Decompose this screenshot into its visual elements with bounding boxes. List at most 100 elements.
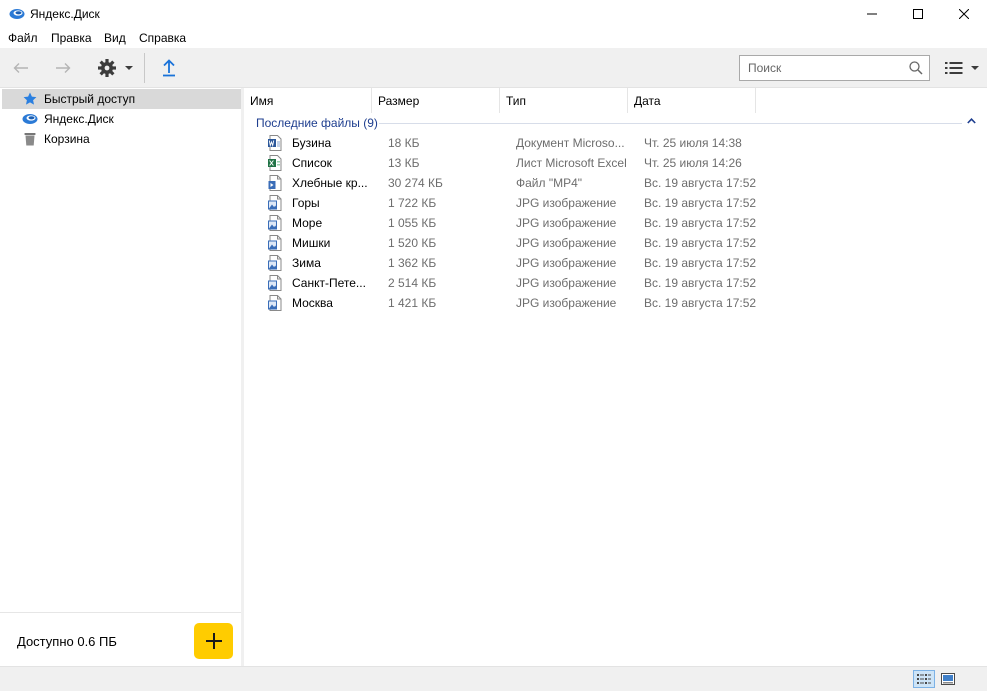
sidebar-item-yandex-disk[interactable]: Яндекс.Диск <box>2 109 241 129</box>
yandex-disk-app-icon <box>9 8 25 20</box>
available-space-label: Доступно 0.6 ПБ <box>17 634 117 649</box>
file-row[interactable]: Москва 1 421 КБ JPG изображение Вс. 19 авгу… <box>244 293 987 313</box>
sidebar: Быстрый доступ Яндекс.Диск Корзина Досту… <box>0 88 241 666</box>
title-bar: Яндекс.Диск <box>0 0 987 28</box>
file-size: 1 055 КБ <box>388 216 437 230</box>
file-date: Вс. 19 августа 17:52 <box>644 216 757 230</box>
file-date: Чт. 25 июля 14:38 <box>644 136 742 150</box>
file-size: 1 722 КБ <box>388 196 437 210</box>
star-icon <box>22 91 38 107</box>
search-box <box>739 55 930 81</box>
search-icon[interactable] <box>909 61 923 75</box>
file-date: Вс. 19 августа 17:52 <box>644 236 757 250</box>
minimize-button[interactable] <box>849 0 895 28</box>
image-file-icon <box>267 235 283 251</box>
yandex-disk-icon <box>22 111 38 127</box>
file-row[interactable]: Хлебные кр... 30 274 КБ Файл "MP4" Вс. 19 а… <box>244 173 987 193</box>
menu-edit[interactable]: Правка <box>51 31 92 45</box>
sidebar-item-quick-access[interactable]: Быстрый доступ <box>2 89 241 109</box>
arrow-right-icon <box>56 63 71 73</box>
file-row[interactable]: Санкт-Пете... 2 514 КБ JPG изображение Вс. … <box>244 273 987 293</box>
view-mode-menu-button[interactable] <box>940 56 984 80</box>
plus-icon <box>205 633 222 649</box>
file-date: Вс. 19 августа 17:52 <box>644 296 757 310</box>
forward-button[interactable] <box>50 56 76 80</box>
back-button[interactable] <box>8 56 34 80</box>
gear-icon <box>98 59 116 77</box>
list-view-icon <box>945 62 963 74</box>
group-divider <box>379 123 962 124</box>
file-date: Вс. 19 августа 17:52 <box>644 276 757 290</box>
file-type: JPG изображение <box>516 216 617 230</box>
thumbnail-view-icon <box>941 673 955 685</box>
column-header-type[interactable]: Тип <box>500 88 628 113</box>
file-row[interactable]: Мишки 1 520 КБ JPG изображение Вс. 19 авгус… <box>244 233 987 253</box>
toolbar-divider <box>144 53 145 83</box>
maximize-icon <box>913 9 923 19</box>
menu-bar: Файл Правка Вид Справка <box>0 28 987 48</box>
file-row[interactable]: Зима 1 362 КБ JPG изображение Вс. 19 август… <box>244 253 987 273</box>
video-file-icon <box>267 175 283 191</box>
image-file-icon <box>267 195 283 211</box>
toolbar <box>0 48 987 88</box>
file-name: Хлебные кр... <box>292 176 368 190</box>
chevron-down-icon <box>971 66 979 70</box>
close-icon <box>959 9 969 19</box>
file-type: JPG изображение <box>516 256 617 270</box>
file-size: 1 520 КБ <box>388 236 437 250</box>
upload-icon <box>163 59 175 77</box>
menu-file[interactable]: Файл <box>8 31 38 45</box>
file-type: JPG изображение <box>516 276 617 290</box>
file-date: Вс. 19 августа 17:52 <box>644 176 757 190</box>
window-title: Яндекс.Диск <box>30 7 100 21</box>
file-size: 30 274 КБ <box>388 176 443 190</box>
file-type: Лист Microsoft Excel <box>516 156 627 170</box>
chevron-down-icon <box>125 66 133 70</box>
file-row[interactable]: Бузина 18 КБ Документ Microso... Чт. 25 июл… <box>244 133 987 153</box>
trash-icon <box>22 131 38 147</box>
thumbnail-view-button[interactable] <box>937 670 959 688</box>
upload-button[interactable] <box>158 56 180 80</box>
file-name: Мишки <box>292 236 331 250</box>
menu-help[interactable]: Справка <box>139 31 186 45</box>
excel-file-icon <box>267 155 283 171</box>
image-file-icon <box>267 255 283 271</box>
minimize-icon <box>867 13 877 15</box>
image-file-icon <box>267 275 283 291</box>
details-view-button[interactable] <box>913 670 935 688</box>
word-file-icon <box>267 135 283 151</box>
image-file-icon <box>267 295 283 311</box>
search-input[interactable] <box>740 56 905 80</box>
file-type: Документ Microso... <box>516 136 625 150</box>
add-button[interactable] <box>194 623 233 659</box>
file-name: Море <box>292 216 323 230</box>
sidebar-item-label: Корзина <box>44 132 90 146</box>
maximize-button[interactable] <box>895 0 941 28</box>
file-name: Санкт-Пете... <box>292 276 366 290</box>
file-row[interactable]: Горы 1 722 КБ JPG изображение Вс. 19 август… <box>244 193 987 213</box>
file-row[interactable]: Море 1 055 КБ JPG изображение Вс. 19 август… <box>244 213 987 233</box>
file-list-pane: Имя Размер Тип Дата Последние файлы (9) … <box>244 88 987 666</box>
file-size: 1 362 КБ <box>388 256 437 270</box>
sidebar-divider <box>0 612 241 613</box>
group-header-recent-files[interactable]: Последние файлы (9) <box>256 116 378 130</box>
column-header-size[interactable]: Размер <box>372 88 500 113</box>
image-file-icon <box>267 215 283 231</box>
column-header-date[interactable]: Дата <box>628 88 756 113</box>
sidebar-item-trash[interactable]: Корзина <box>2 129 241 149</box>
file-row[interactable]: Список 13 КБ Лист Microsoft Excel Чт. 25 ию… <box>244 153 987 173</box>
file-size: 18 КБ <box>388 136 420 150</box>
file-date: Вс. 19 августа 17:52 <box>644 256 757 270</box>
column-header-name[interactable]: Имя <box>244 88 372 113</box>
close-button[interactable] <box>941 0 987 28</box>
file-name: Зима <box>292 256 321 270</box>
chevron-up-icon[interactable] <box>967 118 976 124</box>
file-date: Вс. 19 августа 17:52 <box>644 196 757 210</box>
arrow-left-icon <box>13 63 28 73</box>
sidebar-item-label: Быстрый доступ <box>44 92 136 106</box>
file-name: Бузина <box>292 136 332 150</box>
file-type: Файл "MP4" <box>516 176 583 190</box>
settings-menu-button[interactable] <box>92 56 138 80</box>
file-size: 13 КБ <box>388 156 420 170</box>
menu-view[interactable]: Вид <box>104 31 126 45</box>
